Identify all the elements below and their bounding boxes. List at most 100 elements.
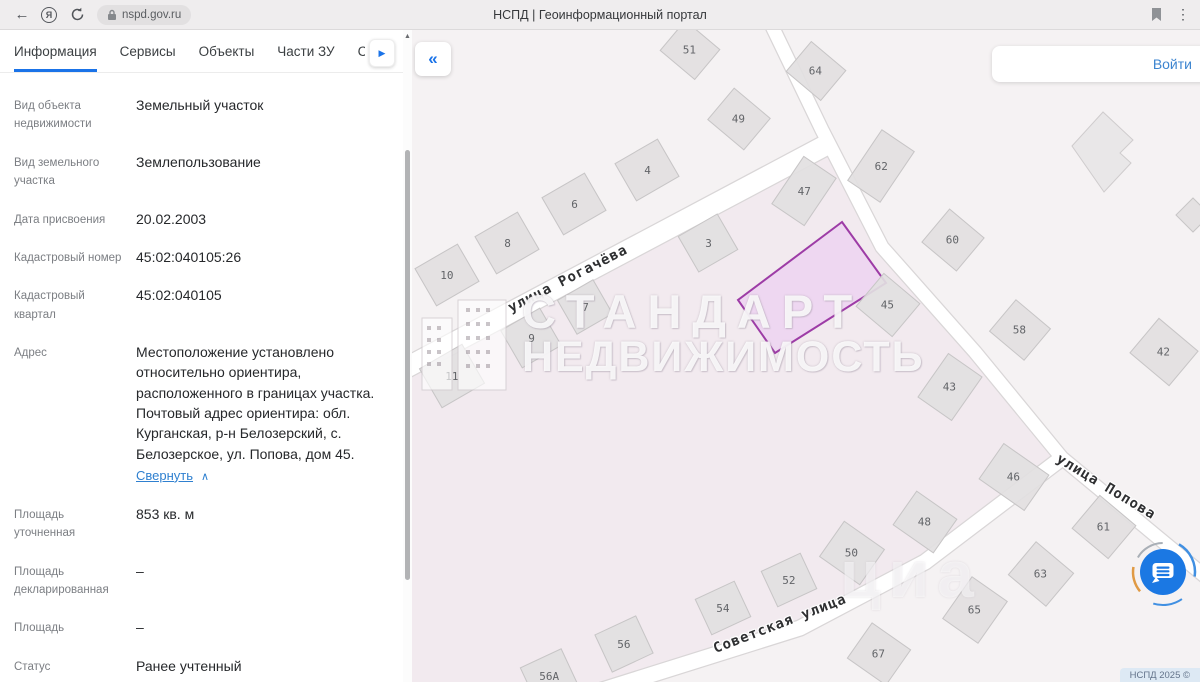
parcel-number: 45 [881, 299, 894, 312]
field-value-text: – [136, 619, 144, 635]
tab-сервисы[interactable]: Сервисы [120, 30, 176, 72]
browser-bar: ← Я nspd.gov.ru НСПД | Геоинформационный… [0, 0, 1200, 30]
parcel-number: 58 [1013, 324, 1026, 337]
field-value: Землепользование [136, 152, 376, 191]
field-value-text: 20.02.2003 [136, 211, 206, 227]
info-sidebar: ИнформацияСервисыОбъектыЧасти ЗУСоставГ▶… [0, 30, 403, 682]
parcel-number: 46 [1007, 471, 1020, 484]
parcel-number: 4 [644, 164, 651, 177]
parcel-number: 9 [528, 332, 535, 345]
parcel-number: 63 [1034, 568, 1047, 581]
field-value-text: 45:02:040105 [136, 287, 222, 303]
collapse-address-link[interactable]: Свернуть∧ [136, 467, 209, 486]
field-label: Вид земельного участка [14, 152, 136, 191]
tab-информация[interactable]: Информация [14, 30, 97, 72]
parcel-number: 64 [809, 65, 822, 78]
address-bar[interactable]: nspd.gov.ru [97, 5, 191, 25]
parcel-number: 7 [582, 301, 589, 314]
field-value-text: Землепользование [136, 154, 261, 170]
field-row: АдресМестоположение установлено относите… [14, 342, 389, 486]
object-fields: Вид объекта недвижимостиЗемельный участо… [0, 73, 403, 682]
tab-состав[interactable]: Состав [358, 30, 365, 72]
lock-icon [107, 9, 117, 21]
parcel-number: 42 [1157, 346, 1170, 359]
field-row: Площадь– [14, 617, 389, 637]
field-value-text: 853 кв. м [136, 506, 194, 522]
field-label: Кадастровый квартал [14, 285, 136, 324]
field-value-text: Местоположение установлено относительно … [136, 344, 374, 461]
field-label: Площадь уточненная [14, 504, 136, 543]
collapse-caret-icon: ∧ [201, 470, 209, 486]
parcel-number: 43 [943, 381, 956, 394]
more-tabs-button[interactable]: ▶ [369, 39, 395, 67]
parcel-number: 51 [683, 44, 696, 57]
building-footprint [1072, 112, 1133, 192]
collapse-sidebar-button[interactable]: « [415, 42, 451, 76]
field-label: Дата присвоения [14, 209, 136, 229]
field-value: Земельный участок [136, 95, 376, 134]
map-attribution: НСПД 2025 © [1120, 668, 1200, 682]
parcel-number: 54 [716, 602, 729, 615]
field-value-text: – [136, 563, 144, 579]
attribution-text: НСПД 2025 © [1130, 670, 1190, 681]
chat-bubble-icon [1128, 537, 1198, 607]
field-label: Площадь декларированная [14, 561, 136, 600]
edge-parcel [1176, 198, 1200, 232]
field-value: Местоположение установлено относительно … [136, 342, 376, 486]
browser-menu-icon[interactable]: ⋮ [1176, 6, 1190, 23]
parcel-number: 50 [845, 547, 858, 560]
field-label: Площадь [14, 617, 136, 637]
field-value-text: Земельный участок [136, 97, 263, 113]
tab-объекты[interactable]: Объекты [199, 30, 255, 72]
parcel-number: 47 [797, 185, 810, 198]
parcel-number: 56 [617, 638, 630, 651]
field-value: 45:02:040105 [136, 285, 376, 324]
sidebar-tabs: ИнформацияСервисыОбъектыЧасти ЗУСоставГ▶ [0, 30, 403, 73]
field-row: Площадь уточненная853 кв. м [14, 504, 389, 543]
parcel-number: 6 [571, 198, 578, 211]
parcel-number: 52 [782, 574, 795, 587]
parcel-number: 60 [946, 234, 959, 247]
field-value: – [136, 561, 376, 600]
chat-widget-button[interactable] [1128, 537, 1198, 607]
sidebar-scrollbar[interactable]: ▲ [403, 30, 412, 682]
parcel-number: 11 [445, 370, 458, 383]
parcel-number: 62 [874, 160, 887, 173]
parcel-number: 10 [440, 269, 453, 282]
sidebar-scrollbar-thumb[interactable] [405, 150, 410, 580]
field-label: Кадастровый номер [14, 247, 136, 267]
field-row: Площадь декларированная– [14, 561, 389, 600]
field-value-text: Ранее учтенный [136, 658, 242, 674]
login-panel[interactable]: Войти [992, 46, 1200, 82]
back-icon[interactable]: ← [10, 6, 34, 23]
field-value: 45:02:040105:26 [136, 247, 376, 267]
refresh-icon[interactable] [70, 7, 85, 22]
field-row: Вид объекта недвижимостиЗемельный участо… [14, 95, 389, 134]
yandex-icon[interactable]: Я [41, 7, 57, 23]
field-row: Дата присвоения20.02.2003 [14, 209, 389, 229]
field-value: – [136, 617, 376, 637]
field-label: Вид объекта недвижимости [14, 95, 136, 134]
parcel-number: 61 [1097, 521, 1110, 534]
field-value-text: 45:02:040105:26 [136, 249, 241, 265]
field-value: 20.02.2003 [136, 209, 376, 229]
parcel-number: 49 [732, 113, 745, 126]
tab-части зу[interactable]: Части ЗУ [277, 30, 334, 72]
parcel-number: 3 [705, 237, 712, 250]
url-text: nspd.gov.ru [122, 9, 181, 21]
map-canvas[interactable]: 5164494624768360107455894211434648615052… [412, 30, 1200, 682]
field-value: Ранее учтенный [136, 656, 376, 676]
parcel-number: 56A [539, 670, 559, 682]
parcel-number: 65 [968, 604, 981, 617]
parcel-number: 67 [872, 648, 885, 661]
login-button[interactable]: Войти [1153, 56, 1192, 72]
field-row: Кадастровый номер45:02:040105:26 [14, 247, 389, 267]
field-row: Кадастровый квартал45:02:040105 [14, 285, 389, 324]
parcel-number: 8 [504, 237, 511, 250]
field-row: Вид земельного участкаЗемлепользование [14, 152, 389, 191]
field-value: 853 кв. м [136, 504, 376, 543]
scrollbar-up-icon[interactable]: ▲ [403, 33, 412, 40]
bookmark-icon[interactable] [1151, 8, 1162, 21]
field-label: Адрес [14, 342, 136, 486]
field-row: СтатусРанее учтенный [14, 656, 389, 676]
